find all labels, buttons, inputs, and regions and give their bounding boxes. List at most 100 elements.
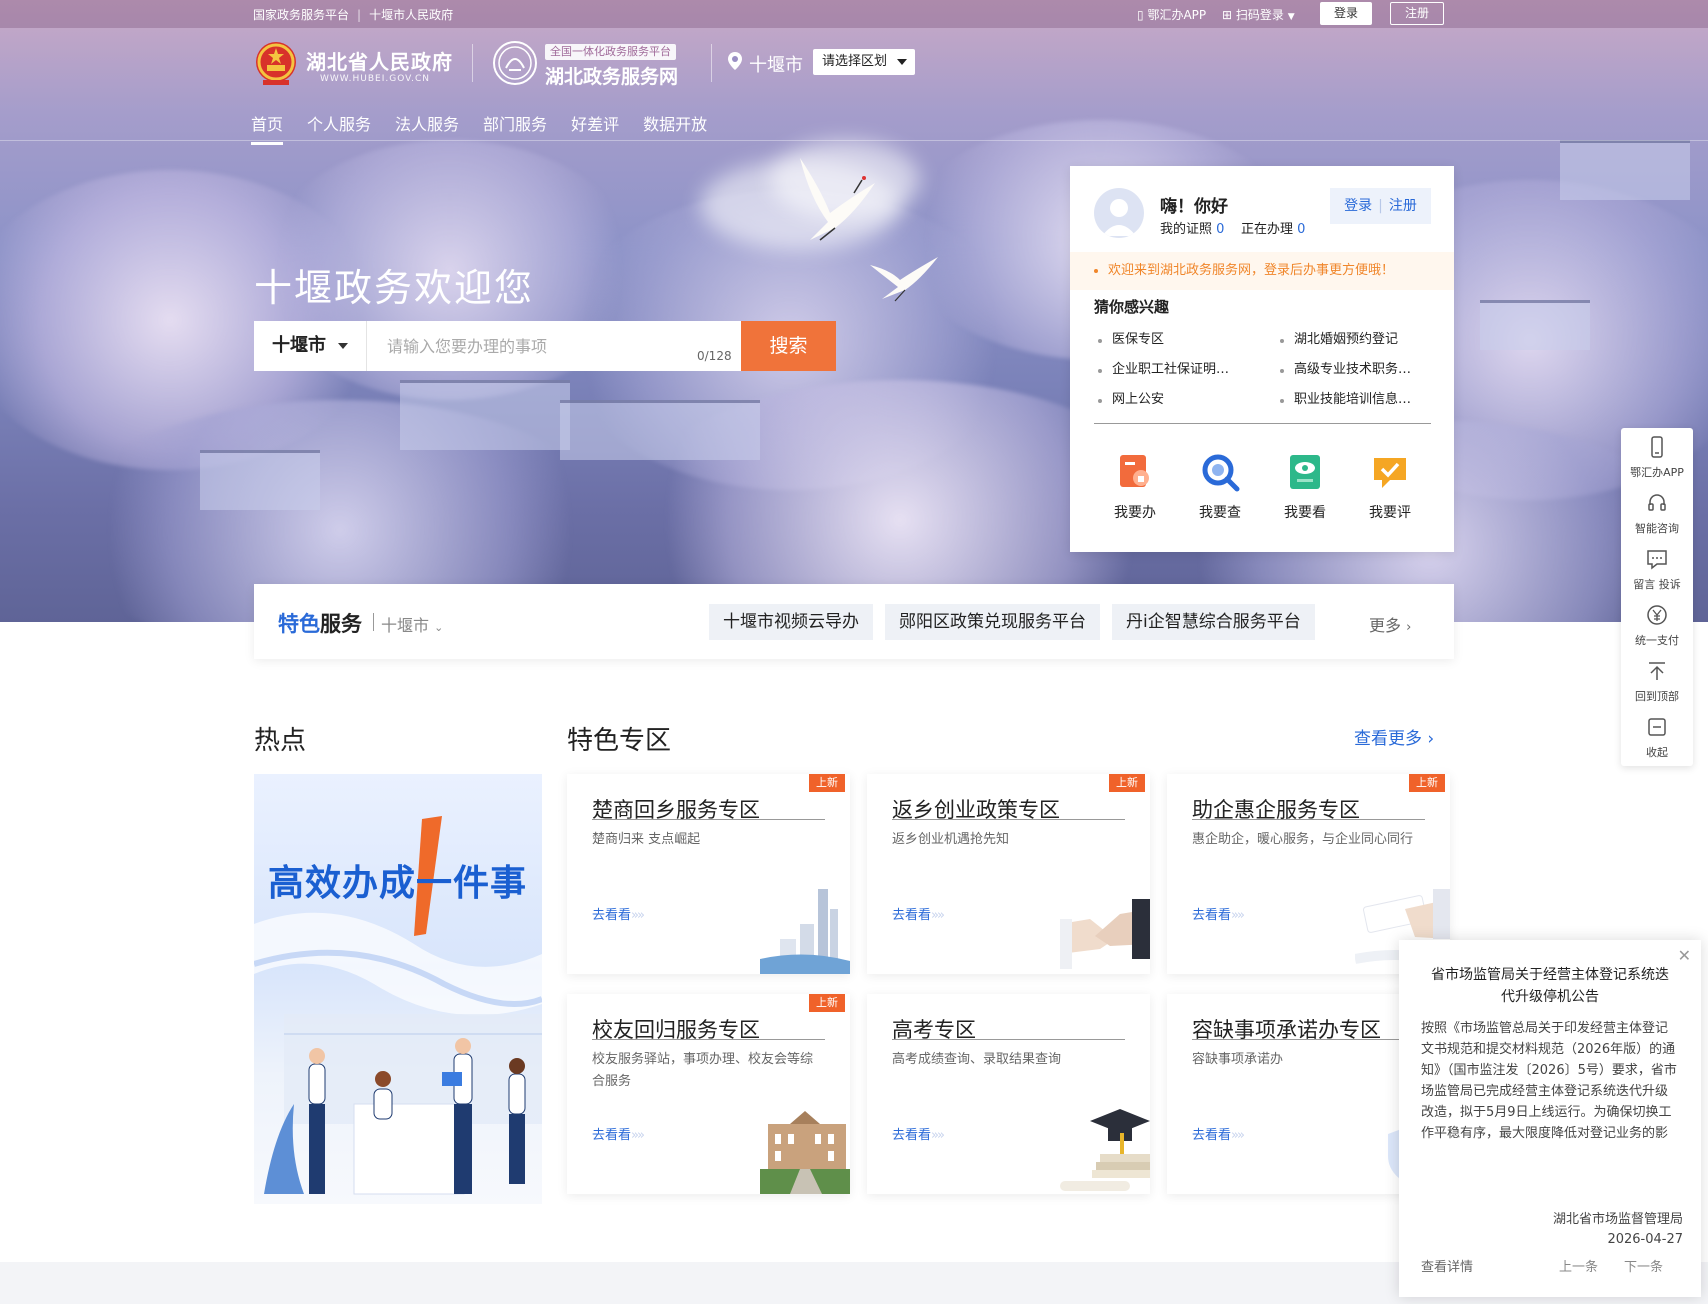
card-go-link[interactable]: 去看看»» xyxy=(892,904,945,923)
featured-title: 特色服务 xyxy=(278,612,362,636)
new-badge: 上新 xyxy=(1409,774,1445,792)
card-go-link[interactable]: 去看看»» xyxy=(592,904,645,923)
side-collapse[interactable]: 收起 xyxy=(1621,708,1693,764)
graduation-cap-icon xyxy=(1060,1109,1150,1191)
yuan-coin-icon xyxy=(1647,605,1667,625)
view-eye-icon xyxy=(1290,455,1320,489)
collapse-icon xyxy=(1648,718,1666,736)
card-desc: 返乡创业机遇抢先知 xyxy=(892,832,1010,847)
side-feedback[interactable]: 留言 投诉 xyxy=(1621,540,1693,596)
card-desc: 容缺事项承诺办 xyxy=(1192,1052,1284,1067)
ehuiban-app-link[interactable]: ▯ 鄂汇办APP xyxy=(1137,6,1206,23)
interest-item[interactable]: 企业职工社保证明… xyxy=(1094,360,1276,380)
card-desc: 惠企助企，暖心服务，与企业同心同行 xyxy=(1192,832,1414,847)
panel-login-link[interactable]: 登录 xyxy=(1344,198,1372,214)
hot-banner-illustration xyxy=(254,816,542,1195)
search-city-select[interactable]: 十堰市 xyxy=(254,321,367,371)
new-badge: 上新 xyxy=(809,774,845,792)
action-query[interactable]: 我要查 xyxy=(1189,452,1251,522)
action-view[interactable]: 我要看 xyxy=(1274,452,1336,522)
user-stats: 我的证照 0 正在办理 0 xyxy=(1160,222,1306,237)
user-panel: 嗨！你好 我的证照 0 正在办理 0 登录 | 注册 欢迎来到湖北政务服务网，登录后… xyxy=(1070,166,1454,552)
caret-down-icon: ▼ xyxy=(1287,12,1295,22)
campus-building-icon xyxy=(760,1111,850,1194)
search-input[interactable] xyxy=(367,321,747,371)
zone-card[interactable]: 高考专区 高考成绩查询、录取结果查询 去看看»» xyxy=(867,994,1150,1194)
mobile-icon: ▯ xyxy=(1137,8,1144,22)
hot-heading: 热点 xyxy=(254,726,307,756)
nav-divider xyxy=(0,140,1708,141)
qrcode-icon: ⊞ xyxy=(1222,8,1233,22)
zone-cards: 上新 楚商回乡服务专区 楚商归来 支点崛起 去看看»» 上新 返乡创业政策专区 … xyxy=(567,774,1452,1194)
search-button[interactable]: 搜索 xyxy=(741,321,836,371)
side-app[interactable]: 鄂汇办APP xyxy=(1621,428,1693,484)
chevron-right-icon: › xyxy=(1427,729,1435,749)
top-register-button[interactable]: 注册 xyxy=(1390,2,1444,25)
city-skyline-icon xyxy=(760,889,850,974)
featured-chips: 十堰市视频云导办 郧阳区政策兑现服务平台 丹i企智慧综合服务平台 xyxy=(709,604,1315,640)
scan-login-link[interactable]: ⊞ 扫码登录 ▼ xyxy=(1222,6,1295,23)
headset-icon xyxy=(1648,494,1666,511)
interest-list: 医保专区 湖北婚姻预约登记 企业职工社保证明… 高级专业技术职务… 网上公安 职… xyxy=(1094,330,1431,410)
interest-title: 猜你感兴趣 xyxy=(1094,298,1170,316)
login-tip: 欢迎来到湖北政务服务网，登录后办事更方便哦！ xyxy=(1070,252,1454,290)
zone-card[interactable]: 上新 返乡创业政策专区 返乡创业机遇抢先知 去看看»» xyxy=(867,774,1150,974)
featured-more-link[interactable]: 更多 › xyxy=(1369,612,1411,636)
panel-divider xyxy=(1094,423,1431,424)
double-chevron-icon: »» xyxy=(931,908,945,923)
service-platform-name: 湖北政务服务网 xyxy=(545,66,679,88)
crane-illustration-icon xyxy=(800,158,875,241)
rate-comment-icon xyxy=(1374,458,1406,488)
location-pin-icon xyxy=(728,52,742,70)
quick-actions: 我要办 我要查 我要看 我要评 xyxy=(1094,452,1431,522)
zone-card[interactable]: 上新 校友回归服务专区 校友服务驿站，事项办理、校友会等综合服务 去看看»» xyxy=(567,994,850,1194)
panel-register-link[interactable]: 注册 xyxy=(1389,198,1417,214)
link-national-platform[interactable]: 国家政务服务平台 xyxy=(253,8,349,22)
current-city: 十堰市 xyxy=(749,55,803,76)
close-icon[interactable]: ✕ xyxy=(1678,946,1691,965)
caret-down-icon xyxy=(338,343,348,349)
chevron-right-icon: › xyxy=(1406,620,1412,635)
side-payment[interactable]: 统一支付 xyxy=(1621,596,1693,652)
gov-name: 湖北省人民政府 xyxy=(306,50,453,74)
service-platform-logo-icon xyxy=(493,41,537,85)
card-go-link[interactable]: 去看看»» xyxy=(1192,1124,1245,1143)
region-select[interactable]: 请选择区划 xyxy=(813,49,915,75)
search-bar: 十堰市 0/128 搜索 xyxy=(254,321,836,371)
notice-next-button[interactable]: 下一条 xyxy=(1624,1256,1663,1275)
action-rate[interactable]: 我要评 xyxy=(1359,452,1421,522)
featured-chip[interactable]: 郧阳区政策兑现服务平台 xyxy=(885,604,1100,640)
interest-item[interactable]: 医保专区 xyxy=(1094,330,1276,350)
interest-item[interactable]: 职业技能培训信息… xyxy=(1276,390,1431,410)
link-shiyan-gov[interactable]: 十堰市人民政府 xyxy=(369,8,453,22)
zone-more-link[interactable]: 查看更多 › xyxy=(1354,724,1434,749)
hot-banner[interactable]: 高效办成一件事 xyxy=(254,774,542,1204)
card-go-link[interactable]: 去看看»» xyxy=(592,1124,645,1143)
interest-item[interactable]: 高级专业技术职务… xyxy=(1276,360,1431,380)
top-utility-bar: 国家政务服务平台 | 十堰市人民政府 ▯ 鄂汇办APP ⊞ 扫码登录 ▼ 登录 注册 xyxy=(0,0,1708,28)
card-go-link[interactable]: 去看看»» xyxy=(892,1124,945,1143)
zone-card[interactable]: 上新 楚商回乡服务专区 楚商归来 支点崛起 去看看»» xyxy=(567,774,850,974)
action-handle[interactable]: 我要办 xyxy=(1104,452,1166,522)
interest-item[interactable]: 网上公安 xyxy=(1094,390,1276,410)
notice-title: 省市场监管局关于经营主体登记系统迭代升级停机公告 xyxy=(1431,967,1669,1005)
double-chevron-icon: »» xyxy=(931,1128,945,1143)
featured-chip[interactable]: 十堰市视频云导办 xyxy=(709,604,873,640)
header-divider xyxy=(711,44,712,82)
card-desc: 楚商归来 支点崛起 xyxy=(592,832,701,847)
interest-item[interactable]: 湖北婚姻预约登记 xyxy=(1276,330,1431,350)
national-emblem-icon xyxy=(256,42,296,85)
double-chevron-icon: »» xyxy=(631,1128,645,1143)
top-login-button[interactable]: 登录 xyxy=(1320,2,1372,25)
notice-prev-button[interactable]: 上一条 xyxy=(1559,1256,1598,1275)
notice-detail-link[interactable]: 查看详情 xyxy=(1421,1256,1473,1275)
side-consult[interactable]: 智能咨询 xyxy=(1621,484,1693,540)
arrow-up-icon xyxy=(1649,662,1665,680)
side-back-to-top[interactable]: 回到顶部 xyxy=(1621,652,1693,708)
featured-city-select[interactable]: 十堰市 ⌄ xyxy=(381,612,443,636)
chevron-down-icon: ⌄ xyxy=(434,621,444,634)
card-go-link[interactable]: 去看看»» xyxy=(1192,904,1245,923)
message-icon xyxy=(1647,550,1667,570)
notice-date: 2026-04-27 xyxy=(1607,1232,1683,1247)
featured-chip[interactable]: 丹i企智慧综合服务平台 xyxy=(1112,604,1315,640)
